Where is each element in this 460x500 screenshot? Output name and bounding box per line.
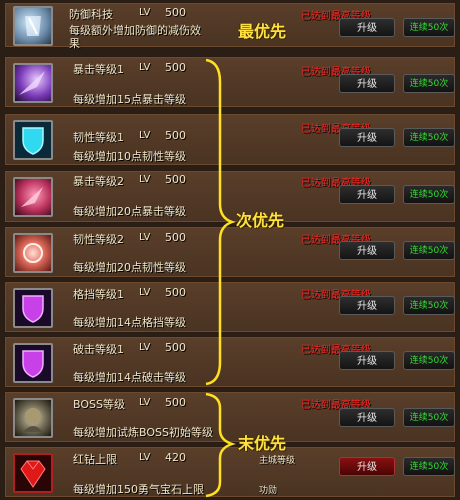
upgrade-50-button[interactable]: 连续50次 bbox=[403, 74, 455, 93]
skill-name: 防御科技 bbox=[69, 8, 113, 21]
level-label: LV bbox=[139, 397, 151, 408]
mid-priority-brace bbox=[205, 58, 236, 386]
red-gem-icon bbox=[13, 453, 53, 493]
level-label: LV bbox=[139, 62, 151, 73]
level-label: LV bbox=[139, 287, 151, 298]
skill-name: 红钻上限 bbox=[73, 453, 117, 466]
level-value: 500 bbox=[165, 61, 186, 74]
level-label: LV bbox=[139, 174, 151, 185]
skill-desc-line2: 果 bbox=[69, 37, 80, 50]
last-priority-label: 末优先 bbox=[238, 434, 287, 453]
level-value: 500 bbox=[165, 286, 186, 299]
tenacity-red-icon bbox=[13, 233, 53, 273]
purple-shield-icon bbox=[13, 288, 53, 328]
upgrade-button[interactable]: 升级 bbox=[339, 457, 395, 476]
skill-name: 暴击等级2 bbox=[73, 175, 124, 188]
last-priority-brace bbox=[205, 392, 236, 498]
top-priority-label: 最优先 bbox=[238, 22, 287, 41]
requirement-merit-label: 功勋 bbox=[259, 486, 278, 496]
level-value: 420 bbox=[165, 451, 186, 464]
crit-purple-icon bbox=[13, 63, 53, 103]
upgrade-50-button[interactable]: 连续50次 bbox=[403, 457, 455, 476]
upgrade-50-button[interactable]: 连续50次 bbox=[403, 241, 455, 260]
level-value: 500 bbox=[165, 129, 186, 142]
upgrade-50-button[interactable]: 连续50次 bbox=[403, 408, 455, 427]
level-value: 500 bbox=[165, 341, 186, 354]
skill-desc: 每级增加14点破击等级 bbox=[73, 371, 186, 384]
level-value: 500 bbox=[165, 231, 186, 244]
purple-shield-icon bbox=[13, 343, 53, 383]
level-label: LV bbox=[139, 7, 151, 18]
upgrade-50-button[interactable]: 连续50次 bbox=[403, 128, 455, 147]
skill-name: 破击等级1 bbox=[73, 343, 124, 356]
level-label: LV bbox=[139, 342, 151, 353]
cyan-shield-icon bbox=[13, 120, 53, 160]
upgrade-button[interactable]: 升级 bbox=[339, 351, 395, 370]
skill-desc: 每级额外增加防御的减伤效 bbox=[69, 24, 201, 37]
skill-name: 韧性等级1 bbox=[73, 131, 124, 144]
skill-desc: 每级增加150勇气宝石上限 bbox=[73, 483, 204, 496]
upgrade-button[interactable]: 升级 bbox=[339, 241, 395, 260]
level-label: LV bbox=[139, 452, 151, 463]
level-value: 500 bbox=[165, 396, 186, 409]
upgrade-button[interactable]: 升级 bbox=[339, 18, 395, 37]
skill-name: BOSS等级 bbox=[73, 398, 125, 411]
upgrade-50-button[interactable]: 连续50次 bbox=[403, 185, 455, 204]
level-label: LV bbox=[139, 232, 151, 243]
upgrade-button[interactable]: 升级 bbox=[339, 408, 395, 427]
upgrade-button[interactable]: 升级 bbox=[339, 296, 395, 315]
crit-pink-icon bbox=[13, 177, 53, 217]
skill-row-defense-tech: 防御科技 LV 500 每级额外增加防御的减伤效 果 已达到最高等级 升级 连续… bbox=[4, 2, 456, 50]
skill-name: 格挡等级1 bbox=[73, 288, 124, 301]
skill-name: 暴击等级1 bbox=[73, 63, 124, 76]
upgrade-button[interactable]: 升级 bbox=[339, 128, 395, 147]
skill-desc: 每级增加试炼BOSS初始等级 bbox=[73, 426, 213, 439]
skill-desc: 每级增加14点格挡等级 bbox=[73, 316, 186, 329]
upgrade-button[interactable]: 升级 bbox=[339, 74, 395, 93]
upgrade-50-button[interactable]: 连续50次 bbox=[403, 351, 455, 370]
skill-desc: 每级增加10点韧性等级 bbox=[73, 150, 186, 163]
requirement-city-level-label: 主城等级 bbox=[259, 456, 296, 466]
mid-priority-label: 次优先 bbox=[236, 211, 285, 230]
upgrade-50-button[interactable]: 连续50次 bbox=[403, 296, 455, 315]
skill-desc: 每级增加20点韧性等级 bbox=[73, 261, 186, 274]
boss-icon bbox=[13, 398, 53, 438]
upgrade-50-button[interactable]: 连续50次 bbox=[403, 18, 455, 37]
level-value: 500 bbox=[165, 6, 186, 19]
upgrade-button[interactable]: 升级 bbox=[339, 185, 395, 204]
level-value: 500 bbox=[165, 173, 186, 186]
defense-tech-icon bbox=[13, 6, 53, 46]
level-label: LV bbox=[139, 130, 151, 141]
skill-desc: 每级增加20点暴击等级 bbox=[73, 205, 186, 218]
skill-name: 韧性等级2 bbox=[73, 233, 124, 246]
skill-desc: 每级增加15点暴击等级 bbox=[73, 93, 186, 106]
